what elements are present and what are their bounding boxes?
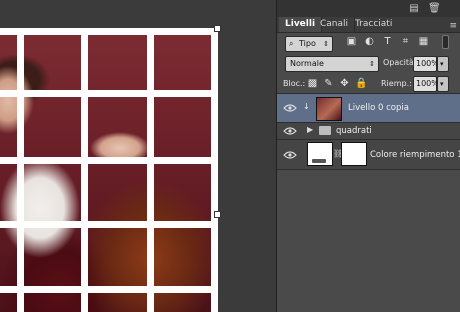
- layers-panel: ▤ 🗑 Livelli Canali Tracciati ≡ ⌕ Tipo ⇕ …: [276, 0, 460, 312]
- layer-name: Colore riempimento 1: [370, 150, 460, 160]
- opacity-label: Opacità:: [383, 58, 417, 67]
- grid-line: [211, 28, 218, 312]
- fill-label: Riemp.:: [381, 79, 412, 88]
- layer-name: quadrati: [336, 126, 372, 136]
- grid-line: [0, 90, 218, 97]
- grid-line: [0, 221, 218, 228]
- clipping-mask-icon: ↓: [303, 102, 310, 111]
- opacity-dropdown-button[interactable]: ▾: [437, 56, 449, 72]
- document-canvas[interactable]: [0, 0, 276, 312]
- type-filter-icon[interactable]: T: [382, 36, 393, 47]
- photo-woman: [0, 28, 218, 312]
- lock-label: Bloc.:: [283, 79, 306, 88]
- lock-transparent-icon[interactable]: ▩: [307, 78, 318, 89]
- panel-menu-icon[interactable]: ≡: [449, 21, 457, 31]
- fill-color-swatch-icon: [312, 159, 326, 163]
- panel-tabs: Livelli Canali Tracciati ≡: [277, 17, 460, 33]
- adjustment-filter-icon[interactable]: ◐: [364, 36, 375, 47]
- fill-input[interactable]: 100%: [413, 76, 439, 92]
- layer-name: Livello 0 copia: [348, 103, 409, 113]
- trash-icon[interactable]: 🗑: [428, 4, 441, 14]
- chevron-down-icon: ▾: [440, 80, 444, 88]
- filter-toggle-switch[interactable]: [442, 35, 449, 49]
- eye-icon[interactable]: [283, 126, 297, 136]
- grid-line: [81, 28, 88, 312]
- layer-row[interactable]: ↓ Livello 0 copia: [277, 94, 460, 123]
- shape-filter-icon[interactable]: ⌗: [400, 36, 411, 47]
- layer-row[interactable]: ⛓ Colore riempimento 1: [277, 140, 460, 170]
- pixel-filter-icon[interactable]: ▣: [346, 36, 357, 47]
- lock-position-icon[interactable]: ✥: [339, 78, 350, 89]
- smart-object-filter-icon[interactable]: ▦: [418, 36, 429, 47]
- panel-dock-bar: ▤ 🗑: [277, 0, 460, 18]
- chevron-down-icon: ▾: [440, 60, 444, 68]
- tab-paths[interactable]: Tracciati: [349, 17, 398, 32]
- eye-icon[interactable]: [283, 150, 297, 160]
- grid-line: [0, 157, 218, 164]
- grid-line: [0, 286, 218, 293]
- opacity-value: 100%: [416, 59, 439, 68]
- transform-handle[interactable]: [214, 25, 221, 32]
- blend-mode-value: Normale: [290, 59, 324, 68]
- fill-layer-thumbnail: [307, 142, 333, 166]
- grid-line: [147, 28, 154, 312]
- opacity-input[interactable]: 100%: [413, 56, 439, 72]
- search-icon: ⌕: [289, 39, 294, 48]
- layer-filter-select[interactable]: ⌕ Tipo ⇕: [285, 36, 333, 52]
- fill-dropdown-button[interactable]: ▾: [437, 76, 449, 92]
- lock-all-icon[interactable]: 🔒: [355, 78, 367, 89]
- chevron-down-icon: ⇕: [323, 40, 329, 48]
- layer-thumbnail: [316, 97, 342, 121]
- fill-value: 100%: [416, 79, 439, 88]
- chevron-right-icon[interactable]: ▶: [307, 125, 313, 134]
- eye-icon[interactable]: [283, 103, 297, 113]
- transform-handle[interactable]: [214, 211, 221, 218]
- blend-mode-select[interactable]: Normale ⇕: [285, 56, 379, 72]
- layer-mask-thumbnail: [341, 142, 367, 166]
- panel-options-icon[interactable]: ▤: [408, 4, 420, 14]
- lock-image-icon[interactable]: ✎: [323, 78, 334, 89]
- grid-line: [17, 28, 24, 312]
- grid-line: [0, 28, 218, 35]
- folder-icon: [319, 126, 331, 135]
- chevron-down-icon: ⇕: [369, 60, 375, 68]
- layer-filter-label: Tipo: [299, 39, 316, 48]
- layer-row[interactable]: ▶ quadrati: [277, 123, 460, 140]
